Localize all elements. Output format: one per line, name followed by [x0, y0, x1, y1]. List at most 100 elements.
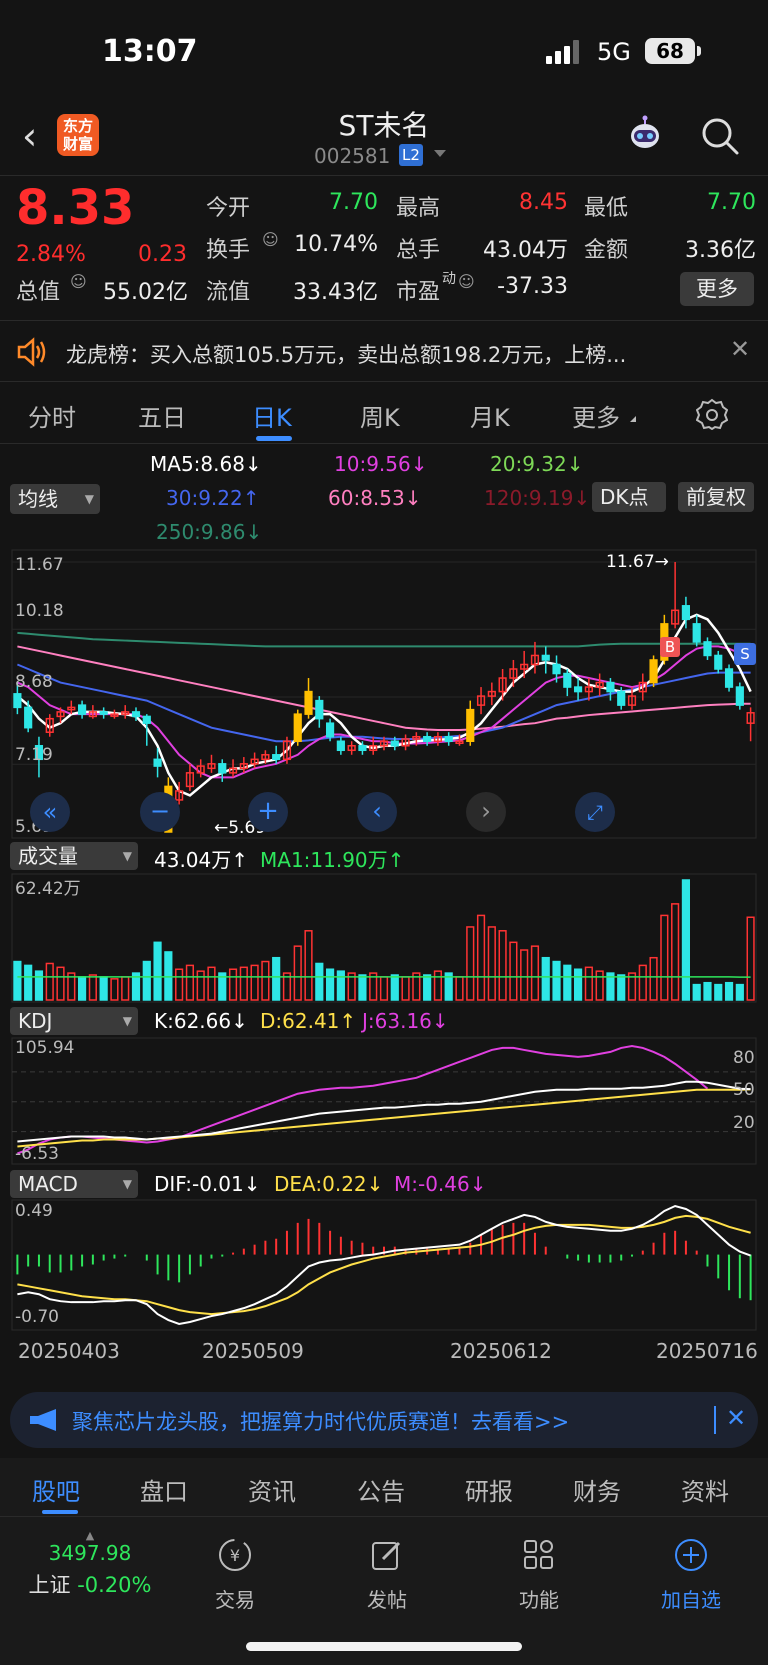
scroll-right-icon[interactable]: › [466, 792, 506, 832]
candle-body [703, 641, 712, 657]
zoom-out-icon[interactable]: − [140, 792, 180, 832]
tab-forum[interactable]: 股吧 [32, 1472, 80, 1507]
candle-body [444, 735, 453, 742]
volume-bar [660, 914, 669, 1001]
volume-bar [228, 968, 238, 1001]
macd-dea: DEA:0.22↓ [274, 1172, 384, 1196]
scroll-left-fast-icon[interactable]: « [30, 792, 70, 832]
volume-bar [358, 974, 367, 1001]
volume-selector[interactable]: 成交量 ▼ [10, 842, 138, 870]
volume-bar [487, 926, 496, 1001]
index-widget[interactable]: ▲ 3497.98 上证 -0.20% [20, 1530, 160, 1599]
ma5-line [16, 613, 752, 797]
volume-bar [142, 960, 151, 1001]
macd-bottom-label: -0.70 [15, 1307, 59, 1327]
dock-trade[interactable]: ¥ 交易 [190, 1537, 280, 1613]
volume-bar [325, 968, 335, 1001]
volume-bar [476, 914, 486, 1001]
candle-body [552, 663, 561, 675]
volume-bar [681, 879, 691, 1001]
volume-bar [595, 970, 604, 1001]
dock-post[interactable]: 发帖 [342, 1537, 432, 1613]
volume-value: 43.04万↑ [154, 848, 249, 872]
volume-bar [175, 968, 184, 1001]
ma250-line [17, 631, 751, 648]
volume-bar [293, 945, 302, 1001]
volume-bar [164, 951, 173, 1001]
volume-bar [379, 976, 389, 1001]
volume-bar [304, 930, 313, 1001]
kdj-panel-frame [11, 1037, 757, 1165]
volume-bar [390, 974, 399, 1001]
volume-bar [552, 960, 561, 1001]
dock-post-label: 发帖 [367, 1588, 407, 1612]
candle-body [573, 686, 583, 693]
buy-marker[interactable]: B [660, 637, 680, 657]
tab-news[interactable]: 资讯 [248, 1472, 296, 1507]
volume-bar [207, 966, 216, 1001]
macd-top-label: 0.49 [15, 1201, 53, 1221]
volume-bar [584, 966, 593, 1001]
volume-bar [638, 964, 647, 1001]
close-icon[interactable]: ✕ [726, 1404, 746, 1432]
volume-bar [250, 964, 259, 1001]
megaphone-icon [28, 1408, 62, 1432]
candle-body [272, 754, 281, 761]
volume-bar [617, 974, 626, 1001]
candle-body [617, 690, 626, 706]
index-change: -0.20% [77, 1573, 152, 1597]
candle-body [131, 711, 141, 718]
volume-bar [649, 956, 658, 1001]
volume-max-label: 62.42万 [15, 879, 81, 899]
kdj-k: K:62.66↓ [154, 1009, 248, 1033]
fullscreen-icon[interactable]: ⤢ [575, 792, 615, 832]
macd-selector[interactable]: MACD ▼ [10, 1170, 138, 1198]
volume-bar [433, 970, 443, 1001]
kdj-d: D:62.41↑ [260, 1009, 357, 1033]
high-marker: 11.67→ [606, 552, 669, 572]
candle-body [99, 711, 108, 715]
candle-body [649, 659, 658, 684]
tab-financials[interactable]: 财务 [573, 1472, 621, 1507]
candle-body [714, 654, 723, 670]
volume-bar [272, 956, 281, 1001]
dock-trade-label: 交易 [215, 1588, 255, 1612]
date-label: 20250403 [18, 1339, 120, 1363]
volume-bar [498, 930, 507, 1001]
volume-bar [573, 968, 583, 1001]
candle-body [153, 758, 162, 767]
dock-functions-label: 功能 [519, 1588, 559, 1612]
candle-body [681, 605, 691, 621]
tab-profile[interactable]: 资料 [681, 1472, 729, 1507]
volume-bar [520, 949, 529, 1001]
ma30-line [17, 663, 751, 743]
candle-body [142, 715, 151, 724]
tab-research[interactable]: 研报 [465, 1472, 513, 1507]
sell-marker[interactable]: S [734, 643, 756, 665]
date-label: 20250612 [450, 1339, 552, 1363]
grid-icon [524, 1540, 553, 1569]
volume-bar [541, 956, 550, 1001]
tab-announcements[interactable]: 公告 [357, 1472, 405, 1507]
candle-body [606, 681, 615, 693]
kdj-top-label: 105.94 [15, 1038, 75, 1058]
y-axis-max: 11.67 [15, 555, 64, 575]
dropdown-icon: ▼ [122, 849, 132, 863]
volume-bar [509, 941, 518, 1001]
promo-banner[interactable]: 聚焦芯片龙头股，把握算力时代优质赛道！去看看>> ✕ [10, 1392, 758, 1448]
index-name: 上证 [28, 1573, 71, 1597]
banner-text: 聚焦芯片龙头股，把握算力时代优质赛道！去看看>> [72, 1410, 570, 1434]
y-axis-tick: 7.19 [15, 745, 53, 765]
date-label: 20250509 [202, 1339, 304, 1363]
app-root: 13:07 5G 68 ‹ 东方 财富 ST未名 002581 L2 8.33 2… [0, 0, 768, 1665]
tab-orderbook[interactable]: 盘口 [140, 1472, 188, 1507]
scroll-left-icon[interactable]: ‹ [357, 792, 397, 832]
dock-add-watchlist[interactable]: 加自选 [646, 1537, 736, 1613]
volume-bar [110, 978, 119, 1001]
kdj-selector[interactable]: KDJ ▼ [10, 1007, 138, 1035]
volume-bar [196, 970, 205, 1001]
zoom-in-icon[interactable]: + [248, 792, 288, 832]
dock-functions[interactable]: 功能 [494, 1537, 584, 1613]
divider [714, 1406, 716, 1434]
volume-bar [153, 941, 162, 1001]
